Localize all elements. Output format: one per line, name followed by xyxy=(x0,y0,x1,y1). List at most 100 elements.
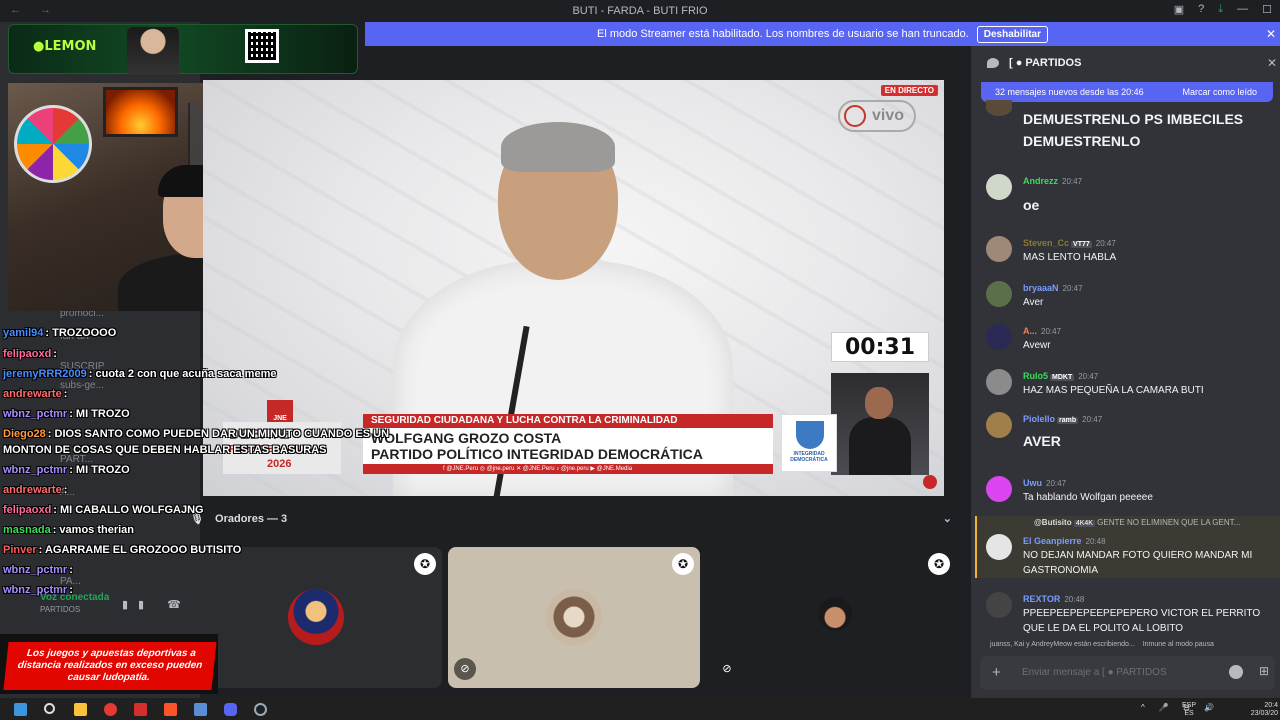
stage-badge-icon: ✪ xyxy=(928,553,950,575)
taskbar: ^ 🎤 ⊟ 🔊 ESP ES 20:4 23/03/20 xyxy=(0,698,1280,720)
inbox-icon[interactable]: ▣ xyxy=(1174,3,1184,16)
overlay-chat-line: Diego28: DIOS SANTO COMO PUEDEN DAR UN M… xyxy=(3,428,390,440)
discord-icon[interactable] xyxy=(224,703,237,716)
overlay-chat-line: felipaoxd: xyxy=(3,348,57,360)
title-bar: ← → BUTI - FARDA - BUTI FRIO ▣ ? ⤓ — ☐ xyxy=(0,0,1280,22)
overlay-chat-line: wbnz_pctmr: MI TROZO xyxy=(3,464,130,476)
overlay-chat-line: yamil94: TROZOOOO xyxy=(3,327,117,339)
clock[interactable]: 20:4 23/03/20 xyxy=(1251,702,1278,718)
live-badge: EN DIRECTO xyxy=(880,85,938,96)
fireplace-tv-image xyxy=(103,87,178,137)
sign-language-interpreter xyxy=(831,373,929,475)
voice-connected-label: Voz conectada xyxy=(40,592,110,603)
speaker-tile[interactable]: ✪ ⊘ xyxy=(190,547,442,688)
disable-streamer-button[interactable]: Deshabilitar xyxy=(976,25,1049,43)
apps-icon[interactable]: ⊞ xyxy=(1259,664,1269,678)
qr-code xyxy=(245,29,279,63)
speaker-tile[interactable]: ✪ ⊘ xyxy=(448,547,700,688)
overlay-chat-line: felipaoxd: MI CABALLO WOLFGAJNG xyxy=(3,504,204,516)
brave-browser-icon[interactable] xyxy=(164,703,177,716)
muted-mic-icon: ⊘ xyxy=(722,663,732,675)
overlay-chat-line: wbnz_pctmr: MI TROZO xyxy=(3,408,130,420)
windows-start-icon[interactable] xyxy=(14,703,27,716)
system-tray-icons[interactable]: ^ 🎤 ⊟ 🔊 xyxy=(1141,703,1220,712)
chevron-down-icon[interactable]: ⌄ xyxy=(943,512,952,525)
search-icon[interactable] xyxy=(44,703,55,714)
overlay-chat-line: MONTON DE COSAS QUE DEBEN HABLAR ESTAS B… xyxy=(3,444,327,456)
voice-channel-name[interactable]: PARTIDOS xyxy=(40,605,80,614)
prize-wheel-image xyxy=(14,105,92,183)
gambling-warning: Los juegos y apuestas deportivas a dista… xyxy=(0,634,218,694)
speech-timer: 00:31 xyxy=(831,332,929,362)
app-icon[interactable] xyxy=(254,703,267,716)
message-input[interactable]: + Enviar mensaje a [ ● PARTIDOS ⊞ xyxy=(980,656,1275,690)
language-indicator[interactable]: ESP ES xyxy=(1182,702,1196,718)
sponsor-card: ●LEMON xyxy=(8,24,358,75)
avatar xyxy=(986,592,1012,618)
avatar xyxy=(986,100,1012,116)
minimize-icon[interactable]: — xyxy=(1237,3,1248,16)
app-icon[interactable] xyxy=(104,703,117,716)
app-icon[interactable] xyxy=(194,703,207,716)
avatar xyxy=(986,534,1012,560)
banner-text: El modo Streamer está habilitado. Los no… xyxy=(596,28,969,40)
typing-indicator: juanss, Kai y AndreyMeow están escribien… xyxy=(990,641,1214,648)
chat-header: [ ● PARTIDOS ✕ xyxy=(971,46,1280,80)
avatar xyxy=(288,589,344,645)
social-handles: f @JNE.Peru ◎ @jne.peru ✕ @JNE.Peru ♪ @j… xyxy=(363,464,773,474)
channel-corner-logo xyxy=(923,475,937,489)
stage-badge-icon: ✪ xyxy=(414,553,436,575)
window-title: BUTI - FARDA - BUTI FRIO xyxy=(572,5,708,17)
overlay-chat-line: andrewarte: xyxy=(3,484,68,496)
speaker-tile[interactable]: ✪ ⊘ xyxy=(706,547,958,688)
avatar xyxy=(986,281,1012,307)
avatar xyxy=(986,412,1012,438)
candidate-party: PARTIDO POLÍTICO INTEGRIDAD DEMOCRÁTICA xyxy=(371,446,703,462)
reply-preview[interactable]: @Butisito 4K4K GENTE NO ELIMINEN QUE LA … xyxy=(1034,518,1240,527)
stage-badge-icon: ✪ xyxy=(672,553,694,575)
overlay-chat-line: andrewarte: xyxy=(3,388,68,400)
avatar xyxy=(818,597,852,631)
lemon-logo: ●LEMON xyxy=(33,39,97,54)
debate-topic: SEGURIDAD CIUDADANA Y LUCHA CONTRA LA CR… xyxy=(363,414,773,428)
speakers-label: Oradores — 3 xyxy=(215,513,288,525)
file-explorer-icon[interactable] xyxy=(74,703,87,716)
sponsor-person-image xyxy=(127,27,179,75)
app-icon[interactable] xyxy=(134,703,147,716)
avatar xyxy=(986,174,1012,200)
thread-icon xyxy=(987,58,999,68)
avatar xyxy=(546,589,602,645)
message-placeholder: Enviar mensaje a [ ● PARTIDOS xyxy=(1022,667,1167,678)
new-messages-bar[interactable]: 32 mensajes nuevos desde las 20:46 Marca… xyxy=(981,82,1273,102)
candidate-name: WOLFGANG GROZO COSTA xyxy=(371,430,562,446)
close-icon[interactable]: ✕ xyxy=(1266,27,1276,41)
avatar xyxy=(986,236,1012,262)
warning-text: Los juegos y apuestas deportivas a dista… xyxy=(3,642,217,690)
avatar xyxy=(986,324,1012,350)
overlay-chat-line: wbnz_pctmr: xyxy=(3,564,73,576)
window-controls: ▣ ? ⤓ — ☐ xyxy=(1174,3,1272,16)
speaker-hair xyxy=(501,122,615,172)
muted-mic-icon: ⊘ xyxy=(454,658,476,680)
help-icon[interactable]: ? xyxy=(1198,3,1204,16)
overlay-chat-line: Pinver: AGARRAME EL GROZOOO BUTISITO xyxy=(3,544,242,556)
overlay-chat-line: jeremyRRR2009: cuota 2 con que acuña sac… xyxy=(3,368,277,380)
voice-status: Voz conectada PARTIDOS ▮▮ ☎ xyxy=(0,592,200,620)
chat-title: [ ● PARTIDOS xyxy=(1009,57,1082,69)
globe-icon xyxy=(844,105,866,127)
close-icon[interactable]: ✕ xyxy=(1267,56,1277,70)
overlay-chat-line: masnada: vamos therian xyxy=(3,524,135,536)
avatar xyxy=(986,369,1012,395)
download-icon[interactable]: ⤓ xyxy=(1218,3,1223,16)
mark-read-button[interactable]: Marcar como leído xyxy=(1182,82,1257,102)
candidate-name-box: WOLFGANG GROZO COSTA PARTIDO POLÍTICO IN… xyxy=(363,428,773,464)
broadcaster-logo: vivo xyxy=(838,100,916,132)
party-logo: INTEGRIDAD DEMOCRÁTICA xyxy=(781,414,837,472)
add-attachment-icon[interactable]: + xyxy=(992,664,1001,681)
maximize-icon[interactable]: ☐ xyxy=(1262,3,1272,16)
disconnect-icon[interactable]: ▮▮ ☎ xyxy=(122,598,191,611)
emoji-icon[interactable] xyxy=(1229,665,1243,679)
avatar xyxy=(986,476,1012,502)
streamer-mode-banner: El modo Streamer está habilitado. Los no… xyxy=(365,22,1280,46)
speakers-header[interactable]: 🎙 Oradores — 3 ⌄ xyxy=(190,512,960,532)
